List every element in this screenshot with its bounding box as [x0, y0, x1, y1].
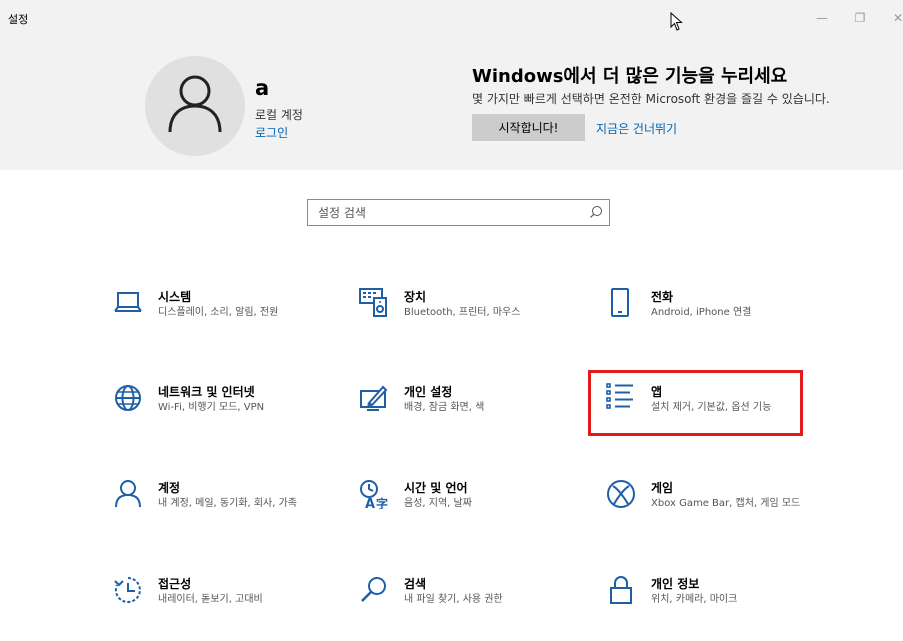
phone-icon: [611, 288, 629, 317]
globe-icon: [115, 385, 141, 411]
search-icon[interactable]: [589, 205, 603, 219]
category-ease-of-access[interactable]: 접근성 내레이터, 돋보기, 고대비: [113, 575, 333, 635]
account-banner: a 로컬 계정 로그인 Windows에서 더 많은 기능을 누리세요 몇 가지…: [0, 38, 903, 170]
category-accounts[interactable]: 계정 내 계정, 메일, 동기화, 회사, 가족: [113, 479, 333, 539]
category-name: 시간 및 언어: [404, 481, 468, 495]
category-name: 개인 정보: [651, 577, 700, 591]
promo-description: 몇 가지만 빠르게 선택하면 온전한 Microsoft 환경을 즐길 수 있습…: [472, 92, 830, 106]
category-system[interactable]: 시스템 디스플레이, 소리, 알림, 전원: [113, 288, 333, 348]
mouse-cursor-icon: [670, 12, 683, 31]
category-personalization[interactable]: 개인 설정 배경, 잠금 화면, 색: [359, 383, 579, 443]
category-name: 앱: [651, 385, 663, 399]
category-phone[interactable]: 전화 Android, iPhone 연결: [606, 288, 826, 348]
category-name: 검색: [404, 577, 427, 591]
avatar[interactable]: [145, 56, 245, 156]
category-name: 게임: [651, 481, 674, 495]
lock-icon: [610, 576, 632, 604]
time-language-icon: A 字: [360, 480, 388, 509]
category-name: 접근성: [158, 577, 192, 591]
promo-title: Windows에서 더 많은 기능을 누리세요: [472, 66, 788, 87]
maximize-button[interactable]: ❐: [850, 8, 870, 28]
category-gaming[interactable]: 게임 Xbox Game Bar, 캡처, 게임 모드: [606, 479, 826, 539]
category-description: Xbox Game Bar, 캡처, 게임 모드: [651, 498, 801, 509]
user-name: a: [255, 76, 270, 100]
category-description: Wi-Fi, 비행기 모드, VPN: [158, 402, 265, 413]
svg-text:字: 字: [376, 496, 388, 509]
category-description: 설치 제거, 기본값, 옵션 기능: [651, 402, 772, 413]
settings-search-box[interactable]: [307, 199, 610, 226]
title-bar: 설정 — ❐ ✕: [0, 0, 903, 38]
account-type: 로컬 계정: [255, 108, 303, 122]
svg-text:A: A: [365, 497, 375, 509]
minimize-button[interactable]: —: [812, 8, 832, 28]
category-name: 시스템: [158, 290, 192, 304]
window-title: 설정: [8, 13, 29, 26]
category-privacy[interactable]: 개인 정보 위치, 카메라, 마이크: [606, 575, 826, 635]
user-avatar-icon: [168, 75, 222, 133]
category-description: 디스플레이, 소리, 알림, 전원: [158, 307, 279, 318]
personalization-icon: [360, 385, 388, 411]
category-description: 배경, 잠금 화면, 색: [404, 402, 485, 413]
category-devices[interactable]: 장치 Bluetooth, 프린터, 마우스: [359, 288, 579, 348]
category-description: 내 계정, 메일, 동기화, 회사, 가족: [158, 498, 298, 509]
category-name: 네트워크 및 인터넷: [158, 385, 255, 399]
skip-link[interactable]: 지금은 건너뛰기: [596, 120, 677, 137]
xbox-icon: [607, 480, 635, 508]
category-description: 음성, 지역, 날짜: [404, 498, 472, 509]
person-icon: [115, 480, 141, 508]
category-name: 계정: [158, 481, 181, 495]
category-name: 개인 설정: [404, 385, 453, 399]
devices-icon: [359, 288, 387, 317]
search-input[interactable]: [308, 200, 588, 225]
search-magnifier-icon: [361, 577, 386, 602]
category-apps[interactable]: 앱 설치 제거, 기본값, 옵션 기능: [606, 383, 826, 443]
close-button[interactable]: ✕: [888, 8, 903, 28]
category-description: 위치, 카메라, 마이크: [651, 594, 738, 605]
category-search[interactable]: 검색 내 파일 찾기, 사용 권한: [359, 575, 579, 635]
ease-of-access-icon: [114, 577, 141, 603]
signin-link[interactable]: 로그인: [255, 124, 288, 141]
category-description: 내 파일 찾기, 사용 권한: [404, 594, 503, 605]
category-network[interactable]: 네트워크 및 인터넷 Wi-Fi, 비행기 모드, VPN: [113, 383, 333, 443]
category-name: 전화: [651, 290, 674, 304]
category-time-language[interactable]: A 字 시간 및 언어 음성, 지역, 날짜: [359, 479, 579, 539]
category-description: 내레이터, 돋보기, 고대비: [158, 594, 263, 605]
start-button[interactable]: 시작합니다!: [472, 114, 585, 141]
category-description: Bluetooth, 프린터, 마우스: [404, 307, 521, 318]
category-description: Android, iPhone 연결: [651, 307, 752, 318]
category-name: 장치: [404, 290, 427, 304]
laptop-icon: [114, 292, 142, 312]
apps-list-icon: [606, 383, 633, 409]
